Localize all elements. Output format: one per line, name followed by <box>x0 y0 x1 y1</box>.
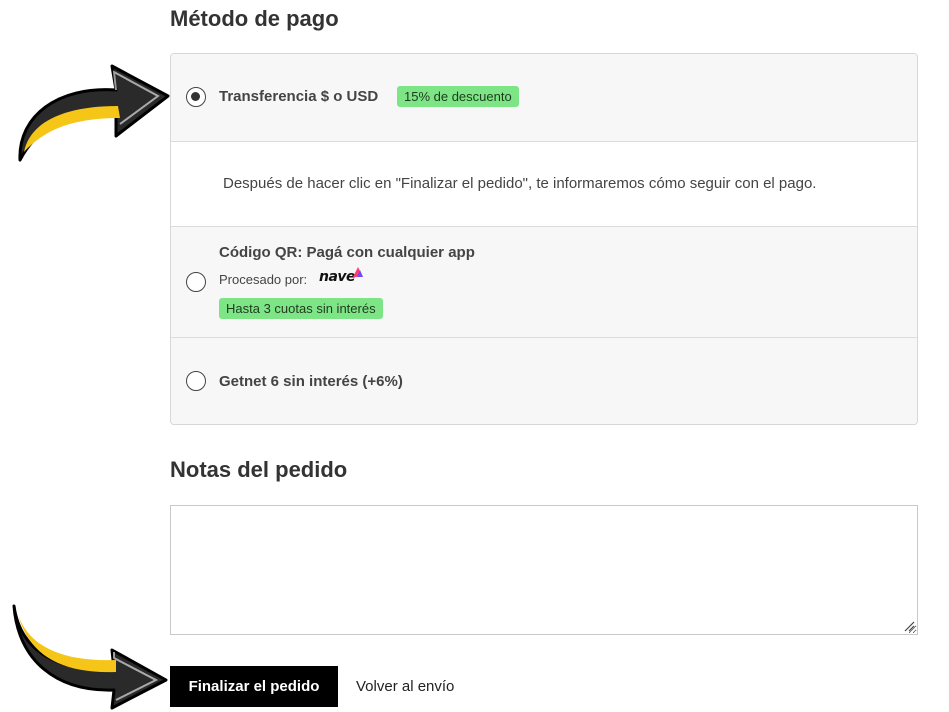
radio-icon[interactable] <box>186 272 206 292</box>
transfer-label: Transferencia $ o USD <box>219 88 379 105</box>
resize-grip-icon[interactable] <box>903 620 915 632</box>
finalize-order-button[interactable]: Finalizar el pedido <box>170 666 338 707</box>
curved-arrow-bottom-icon <box>12 604 168 710</box>
installments-badge: Hasta 3 cuotas sin interés <box>219 298 383 319</box>
processed-by-label: Procesado por: <box>219 272 308 287</box>
payment-option-transfer[interactable]: Transferencia $ o USD 15% de descuento <box>171 54 917 142</box>
discount-badge: 15% de descuento <box>397 86 519 107</box>
radio-icon[interactable] <box>186 371 206 391</box>
getnet-label: Getnet 6 sin interés (+6%) <box>219 373 403 390</box>
order-notes-title: Notas del pedido <box>170 457 348 482</box>
back-to-shipping-link[interactable]: Volver al envío <box>356 678 454 695</box>
payment-option-qr[interactable]: Código QR: Pagá con cualquier app Proces… <box>171 227 917 338</box>
nave-logo: nave <box>319 267 369 287</box>
curved-arrow-top-icon <box>18 64 170 162</box>
payment-option-getnet[interactable]: Getnet 6 sin interés (+6%) <box>171 338 917 424</box>
transfer-info-panel: Después de hacer clic en "Finalizar el p… <box>171 142 917 227</box>
order-notes-textarea[interactable] <box>170 505 918 635</box>
nave-mark-icon <box>353 267 363 277</box>
transfer-info-text: Después de hacer clic en "Finalizar el p… <box>223 175 817 192</box>
radio-selected-icon[interactable] <box>186 87 206 107</box>
qr-label: Código QR: Pagá con cualquier app <box>219 244 475 261</box>
payment-method-title: Método de pago <box>170 6 339 31</box>
payment-options-box: Transferencia $ o USD 15% de descuento D… <box>170 53 918 425</box>
